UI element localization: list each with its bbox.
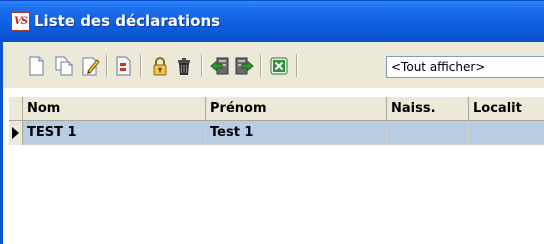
new-document-button[interactable] bbox=[25, 55, 47, 77]
copy-document-icon bbox=[55, 56, 73, 76]
export-button[interactable] bbox=[233, 55, 255, 77]
toolbar-separator bbox=[201, 55, 203, 77]
table-cell-naiss[interactable] bbox=[387, 121, 469, 145]
toolbar-separator bbox=[260, 55, 262, 77]
lock-button[interactable] bbox=[149, 55, 171, 77]
toolbar-separator bbox=[296, 55, 298, 77]
row-selector[interactable] bbox=[9, 121, 23, 145]
edit-document-icon bbox=[82, 57, 100, 76]
copy-document-button[interactable] bbox=[53, 55, 75, 77]
current-row-arrow-icon bbox=[12, 127, 19, 139]
toolbar-separator bbox=[140, 55, 142, 77]
app-icon: VS bbox=[11, 12, 30, 31]
grid-corner bbox=[9, 97, 23, 121]
delete-button[interactable] bbox=[173, 55, 195, 77]
window-title: Liste des déclarations bbox=[34, 12, 221, 30]
excel-icon bbox=[270, 57, 288, 75]
column-header-prenom[interactable]: Prénom bbox=[206, 97, 387, 121]
excel-export-button[interactable] bbox=[268, 55, 290, 77]
column-header-naiss[interactable]: Naiss. bbox=[387, 97, 469, 121]
edit-document-button[interactable] bbox=[79, 55, 101, 77]
declarations-window: VS Liste des déclarations <Tout afficher… bbox=[0, 0, 544, 244]
column-header-nom[interactable]: Nom bbox=[23, 97, 206, 121]
new-document-icon bbox=[29, 56, 44, 76]
lock-icon bbox=[153, 57, 167, 76]
document-icon bbox=[116, 56, 131, 76]
table-cell-localite[interactable] bbox=[469, 121, 544, 145]
column-header-localite[interactable]: Localit bbox=[469, 97, 544, 121]
table-cell-prenom[interactable]: Test 1 bbox=[206, 121, 387, 145]
print-preview-button[interactable] bbox=[113, 55, 135, 77]
export-icon bbox=[235, 57, 254, 75]
toolbar-separator bbox=[106, 55, 108, 77]
filter-select[interactable]: <Tout afficher> bbox=[386, 56, 544, 78]
import-icon bbox=[210, 57, 229, 75]
table-cell-nom[interactable]: TEST 1 bbox=[23, 121, 206, 145]
filter-select-value: <Tout afficher> bbox=[391, 60, 486, 74]
title-bar[interactable]: VS Liste des déclarations bbox=[0, 0, 544, 43]
trash-icon bbox=[178, 58, 190, 75]
declarations-grid: Nom Prénom Naiss. Localit TEST 1 Test 1 bbox=[0, 88, 544, 244]
import-button[interactable] bbox=[209, 55, 231, 77]
